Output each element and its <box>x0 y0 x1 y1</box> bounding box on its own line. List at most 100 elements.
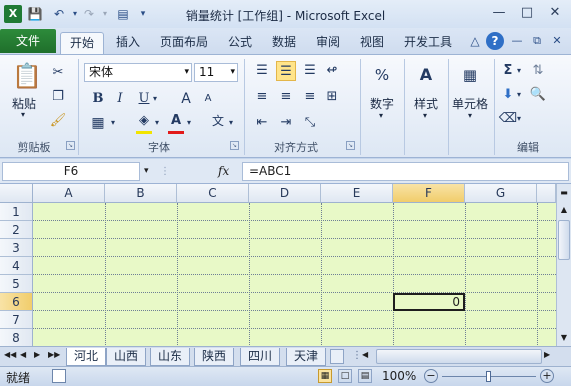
align-left-icon[interactable]: ≡ <box>252 87 272 107</box>
row-header-7[interactable]: 7 <box>0 311 33 329</box>
number-dropdown-icon[interactable]: ▾ <box>374 111 388 120</box>
row-header-6[interactable]: 6 <box>0 293 33 311</box>
row-header-5[interactable]: 5 <box>0 275 33 293</box>
tab-data[interactable]: 数据 <box>264 32 304 54</box>
tab-review[interactable]: 审阅 <box>308 32 348 54</box>
fill-color-icon[interactable]: ◈ <box>134 111 154 131</box>
tab-view[interactable]: 视图 <box>352 32 392 54</box>
zoom-level[interactable]: 100% <box>382 369 416 383</box>
font-name-select[interactable]: 宋体 ▾ <box>84 63 192 82</box>
tab-split-handle-icon[interactable]: ⋮ <box>352 350 362 361</box>
font-launcher-icon[interactable]: ↘ <box>230 141 239 150</box>
cell-f6[interactable]: 0 <box>393 293 465 311</box>
cut-icon[interactable]: ✂ <box>48 63 68 83</box>
column-header-c[interactable]: C <box>177 184 249 203</box>
tab-page-layout[interactable]: 页面布局 <box>152 32 216 54</box>
doc-close-icon[interactable]: ✕ <box>548 32 566 50</box>
tab-formulas[interactable]: 公式 <box>220 32 260 54</box>
styles-dropdown-icon[interactable]: ▾ <box>418 111 432 120</box>
scroll-right-icon[interactable]: ▶ <box>544 350 554 359</box>
column-header-f[interactable]: F <box>393 184 465 203</box>
name-box-dropdown-icon[interactable]: ▾ <box>144 164 156 179</box>
clipboard-launcher-icon[interactable]: ↘ <box>66 141 75 150</box>
scroll-down-icon[interactable]: ▼ <box>558 332 570 344</box>
underline-dropdown-icon[interactable]: ▾ <box>150 89 160 109</box>
page-break-view-icon[interactable]: ▤ <box>358 369 372 383</box>
phonetic-button[interactable]: 文 <box>208 111 228 131</box>
align-bottom-icon[interactable]: ☰ <box>300 61 320 81</box>
zoom-in-icon[interactable]: + <box>540 369 554 383</box>
scroll-left-icon[interactable]: ◀ <box>362 350 372 359</box>
cells-button[interactable]: 单元格 <box>448 95 492 112</box>
last-sheet-icon[interactable]: ▶▶ <box>48 350 60 359</box>
macro-record-icon[interactable] <box>52 369 66 383</box>
wrap-text-icon[interactable]: ↫ <box>322 61 342 81</box>
number-format-button[interactable]: 数字 <box>364 95 400 112</box>
merge-center-icon[interactable]: ⊞ <box>322 87 342 107</box>
fill-dropdown-icon[interactable]: ▾ <box>514 85 524 105</box>
zoom-slider-thumb[interactable] <box>486 371 491 382</box>
decrease-indent-icon[interactable]: ⇤ <box>252 113 272 133</box>
row-header-2[interactable]: 2 <box>0 221 33 239</box>
column-header-b[interactable]: B <box>105 184 177 203</box>
autosum-dropdown-icon[interactable]: ▾ <box>514 61 524 81</box>
vertical-scrollbar[interactable]: ▬ ▲ ▼ <box>556 184 571 346</box>
chevron-down-icon[interactable]: ▾ <box>184 64 189 81</box>
copy-icon[interactable]: ❐ <box>48 87 68 107</box>
column-header-h[interactable] <box>537 184 556 203</box>
align-top-icon[interactable]: ☰ <box>252 61 272 81</box>
sheet-tab-shandong[interactable]: 山东 <box>150 348 190 366</box>
increase-indent-icon[interactable]: ⇥ <box>276 113 296 133</box>
close-button[interactable]: ✕ <box>542 3 568 23</box>
font-color-dropdown-icon[interactable]: ▾ <box>184 113 194 133</box>
borders-dropdown-icon[interactable]: ▾ <box>108 113 118 133</box>
insert-function-button[interactable]: fx <box>218 162 240 181</box>
align-right-icon[interactable]: ≡ <box>300 87 320 107</box>
row-header-3[interactable]: 3 <box>0 239 33 257</box>
cells-dropdown-icon[interactable]: ▾ <box>463 111 477 120</box>
tab-developer[interactable]: 开发工具 <box>396 32 460 54</box>
phonetic-dropdown-icon[interactable]: ▾ <box>226 113 236 133</box>
column-header-d[interactable]: D <box>249 184 321 203</box>
insert-sheet-icon[interactable] <box>330 349 344 364</box>
scroll-up-icon[interactable]: ▲ <box>558 204 570 216</box>
bold-button[interactable]: B <box>88 89 108 109</box>
tab-file[interactable]: 文件 <box>0 29 56 53</box>
chevron-down-icon[interactable]: ▾ <box>230 64 235 81</box>
grow-font-button[interactable]: A <box>176 89 196 109</box>
sheet-tab-hebei[interactable]: 河北 <box>66 348 106 366</box>
font-color-button[interactable]: A <box>166 111 186 131</box>
format-painter-icon[interactable]: 🖌 <box>48 111 68 131</box>
sheet-tab-shanxi[interactable]: 山西 <box>106 348 146 366</box>
maximize-button[interactable]: □ <box>514 3 540 23</box>
paste-dropdown-icon[interactable]: ▾ <box>16 110 30 119</box>
styles-icon[interactable]: A <box>414 65 438 89</box>
column-header-g[interactable]: G <box>465 184 537 203</box>
row-header-8[interactable]: 8 <box>0 329 33 346</box>
find-select-icon[interactable]: 🔍 <box>528 85 548 105</box>
sort-filter-icon[interactable]: ⇅ <box>528 61 548 81</box>
row-header-4[interactable]: 4 <box>0 257 33 275</box>
column-header-a[interactable]: A <box>33 184 105 203</box>
normal-view-icon[interactable]: ▦ <box>318 369 332 383</box>
ribbon-minimize-icon[interactable]: △ <box>466 32 484 50</box>
zoom-out-icon[interactable]: − <box>424 369 438 383</box>
formula-input[interactable]: =ABC1 <box>242 162 569 181</box>
page-layout-view-icon[interactable]: □ <box>338 369 352 383</box>
alignment-launcher-icon[interactable]: ↘ <box>346 141 355 150</box>
shrink-font-button[interactable]: A <box>198 89 218 109</box>
fill-color-dropdown-icon[interactable]: ▾ <box>152 113 162 133</box>
row-header-1[interactable]: 1 <box>0 203 33 221</box>
name-box[interactable]: F6 <box>2 162 140 181</box>
font-size-select[interactable]: 11 ▾ <box>194 63 238 82</box>
sheet-tab-sichuan[interactable]: 四川 <box>240 348 280 366</box>
select-all-button[interactable] <box>0 184 33 203</box>
align-middle-icon[interactable]: ☰ <box>276 61 296 81</box>
doc-minimize-icon[interactable]: — <box>508 32 526 50</box>
borders-icon[interactable]: ▦ <box>88 113 108 133</box>
cells-icon[interactable]: ▦ <box>458 65 482 89</box>
sheet-tab-tianjin[interactable]: 天津 <box>286 348 326 366</box>
percent-icon[interactable]: % <box>370 65 394 89</box>
split-handle-icon[interactable]: ▬ <box>559 188 569 202</box>
doc-restore-icon[interactable]: ⧉ <box>528 32 546 50</box>
